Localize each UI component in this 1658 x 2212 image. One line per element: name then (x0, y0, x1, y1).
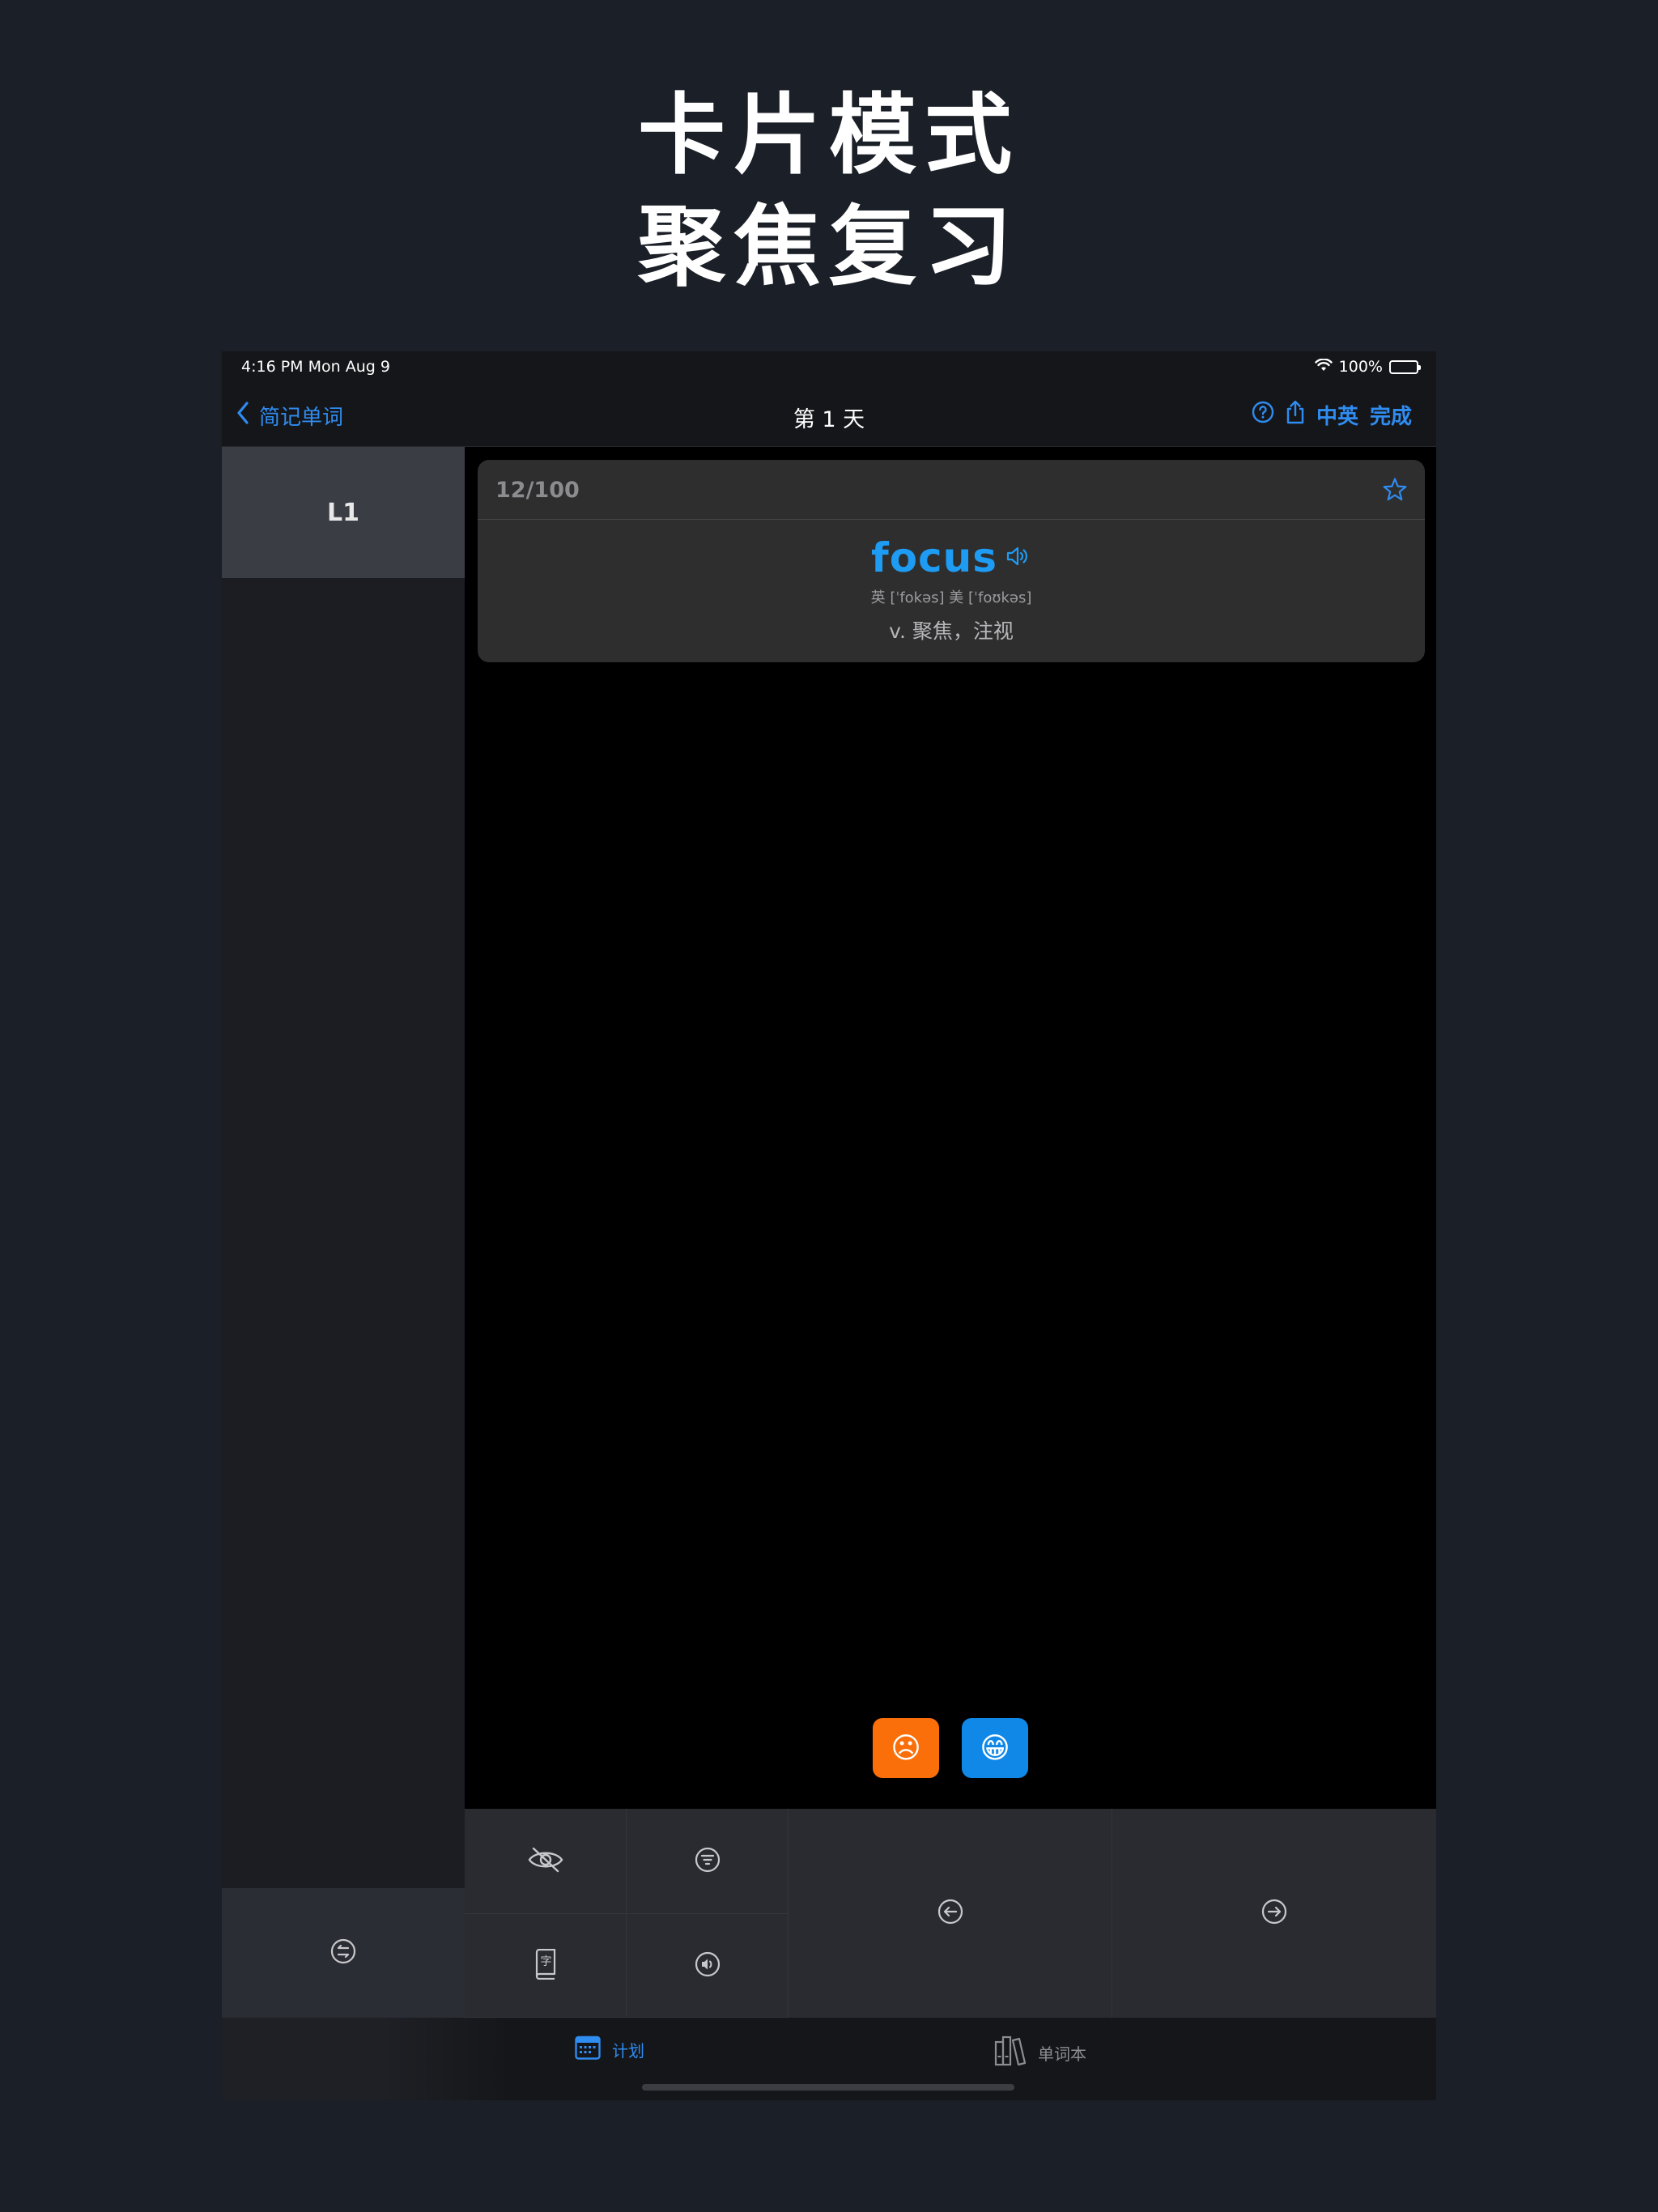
tab-plan[interactable]: 计划 (575, 2035, 644, 2064)
battery-percent: 100% (1338, 358, 1383, 376)
tab-wordbook[interactable]: 单词本 (994, 2035, 1086, 2070)
phonetic-text: 英 [ˈfokəs] 美 [ˈfoʊkəs] (870, 589, 1032, 606)
autoplay-sound-button[interactable] (627, 1914, 789, 2018)
tab-wordbook-label: 单词本 (1038, 2044, 1086, 2064)
status-bar: 4:16 PM Mon Aug 9 100% (222, 351, 1436, 384)
know-button[interactable]: 😁 (962, 1718, 1028, 1778)
navigation-bar: 简记单词 第 1 天 中英 完成 (222, 384, 1436, 447)
arrow-left-circle-icon (937, 1898, 964, 1929)
next-button[interactable] (1112, 1809, 1436, 2018)
status-time: 4:16 PM Mon Aug 9 (241, 358, 390, 376)
back-button-label: 简记单词 (259, 406, 344, 430)
battery-icon (1389, 359, 1421, 374)
books-icon (994, 2035, 1027, 2070)
sidebar-item-l1[interactable]: L1 (222, 447, 465, 578)
svg-text:字: 字 (540, 1955, 551, 1968)
speaker-circle-icon (694, 1950, 721, 1981)
help-icon[interactable] (1252, 401, 1274, 429)
bottom-toolbar: 字 (465, 1809, 1436, 2018)
progress-counter: 12/100 (495, 478, 580, 503)
back-button[interactable]: 简记单词 (235, 400, 343, 432)
wifi-icon (1314, 358, 1333, 376)
dont-know-button[interactable]: ☹ (873, 1718, 939, 1778)
hide-meaning-button[interactable] (465, 1809, 627, 1914)
promo-headline-line1: 卡片模式 (637, 85, 1020, 186)
sidebar-item-label: L1 (327, 498, 359, 527)
speaker-icon[interactable] (1005, 544, 1031, 572)
home-indicator (642, 2084, 1014, 2091)
swap-arrows-icon (329, 1938, 357, 1968)
word-card[interactable]: 12/100 focus 英 [ˈfokəs] 美 [ˈfoʊkəs] v. 聚… (478, 460, 1425, 662)
calendar-icon (575, 2035, 601, 2064)
swap-button[interactable] (222, 1888, 465, 2018)
word-text: focus (870, 534, 998, 581)
language-toggle-button[interactable]: 中英 (1316, 400, 1358, 430)
dictionary-button[interactable]: 字 (465, 1914, 627, 2018)
sidebar: L1 (222, 447, 465, 2018)
chevron-left-icon (235, 400, 251, 432)
eye-slash-icon (527, 1846, 564, 1877)
frown-face-icon: ☹ (891, 1731, 921, 1765)
grin-face-icon: 😁 (980, 1731, 1010, 1765)
tab-bar: 计划 单词本 (222, 2018, 1436, 2100)
ipad-screen: 4:16 PM Mon Aug 9 100% 简记单词 第 1 天 中英 完成 … (222, 351, 1436, 2100)
promo-headline-line2: 聚焦复习 (637, 197, 1020, 298)
meaning-text: v. 聚焦，注视 (889, 619, 1014, 643)
filter-list-icon (694, 1846, 721, 1877)
share-icon[interactable] (1286, 400, 1305, 430)
done-button[interactable]: 完成 (1370, 400, 1412, 430)
arrow-right-circle-icon (1261, 1898, 1288, 1929)
previous-button[interactable] (789, 1809, 1112, 2018)
dictionary-book-icon: 字 (534, 1948, 558, 1983)
tab-plan-label: 计划 (612, 2041, 644, 2061)
filter-button[interactable] (627, 1809, 789, 1914)
star-icon[interactable] (1381, 476, 1409, 507)
